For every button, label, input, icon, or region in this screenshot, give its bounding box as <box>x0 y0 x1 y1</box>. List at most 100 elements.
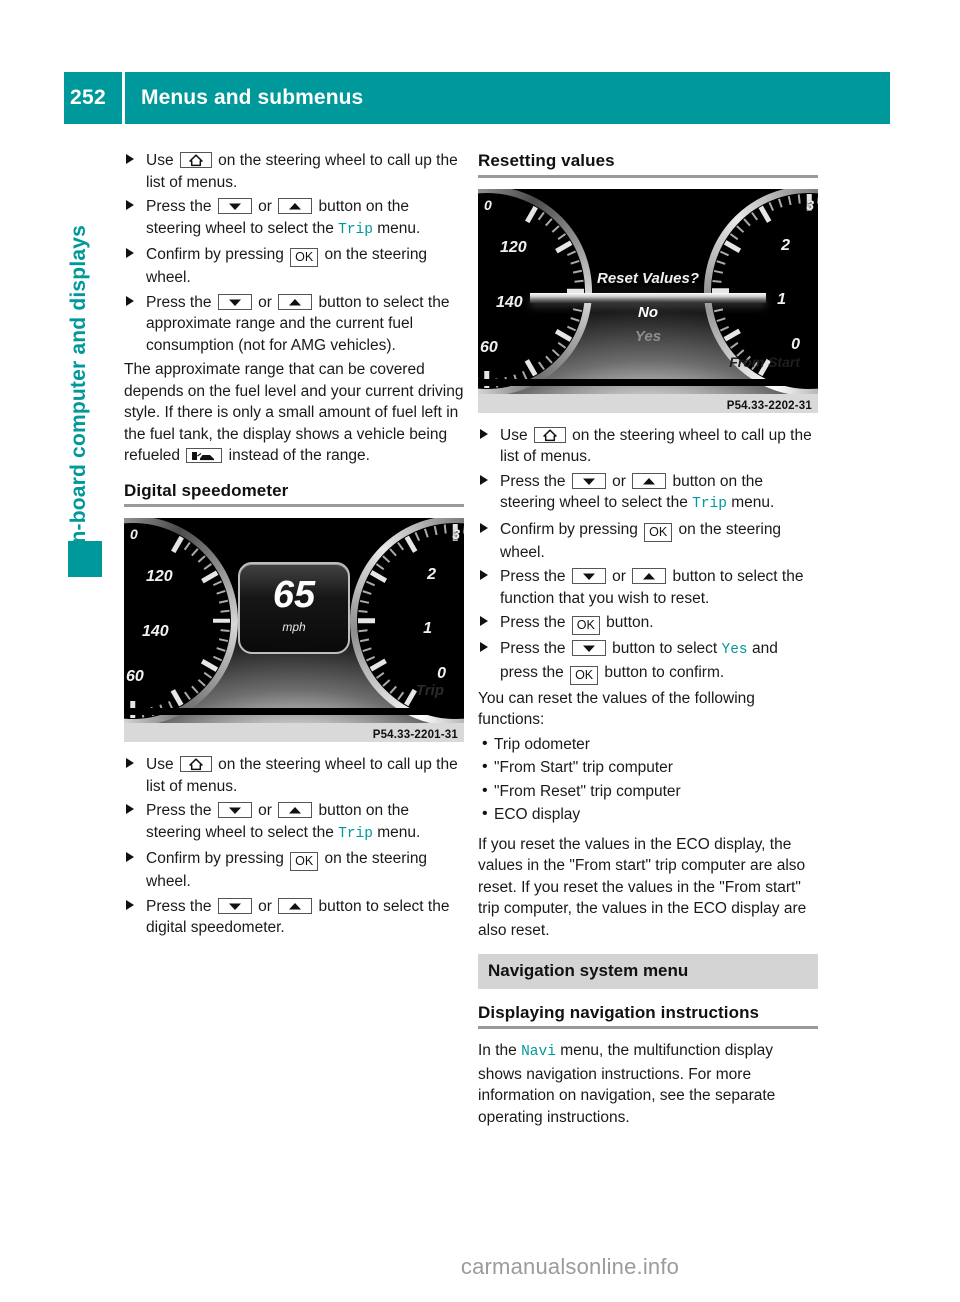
step-arrow-icon <box>126 758 134 768</box>
step-arrow-icon <box>126 200 134 210</box>
step-item-resetting-2: Confirm by pressing OK on the steering w… <box>478 519 818 564</box>
reset-option-no: No <box>638 304 658 322</box>
left-column: Use on the steering wheel to call up the… <box>124 150 464 942</box>
dial-tick <box>817 194 818 204</box>
left-dial-number-0: 0 <box>484 196 492 213</box>
figure-caption-speedometer: P54.33-2201-31 <box>124 723 464 742</box>
menu-name-highlight: Yes <box>721 642 748 658</box>
ok-button-icon: OK <box>290 248 319 267</box>
cluster-trip-label: Trip <box>415 681 444 699</box>
step-item-trip-range-1: Press the or button on the steering whee… <box>124 196 464 241</box>
page-title: Menus and submenus <box>141 86 364 109</box>
up-arrow-button-icon <box>632 568 667 584</box>
ok-button-icon: OK <box>570 665 599 685</box>
dial-tick <box>220 628 230 632</box>
page-number: 252 <box>70 86 106 109</box>
step-item-digital-speedometer-1: Press the or button on the steering whee… <box>124 800 464 845</box>
step-arrow-icon <box>126 248 134 258</box>
step-arrow-icon <box>480 570 488 580</box>
step-arrow-icon <box>480 474 488 485</box>
resettable-function-item: Trip odometer <box>478 733 818 756</box>
left-dial-number-140: 140 <box>496 293 523 311</box>
chapter-side-tab: On-board computer and displays <box>58 140 100 560</box>
down-arrow-button-icon <box>571 472 606 489</box>
resettable-functions-list: Trip odometer"From Start" trip computer"… <box>478 733 818 826</box>
dial-tick <box>358 628 368 632</box>
step-arrow-icon <box>126 804 134 814</box>
step-arrow-icon <box>480 642 488 652</box>
up-arrow-button-icon <box>632 472 667 489</box>
down-arrow-button-icon <box>571 640 606 656</box>
step-arrow-icon <box>126 295 134 306</box>
right-dial-number-2: 2 <box>427 566 436 583</box>
heading-rule <box>478 174 818 178</box>
down-arrow-button-icon <box>571 568 606 584</box>
step-item-resetting-3: Press the or button to select the functi… <box>478 566 818 609</box>
resettable-function-item: "From Start" trip computer <box>478 756 818 779</box>
home-button-icon <box>533 426 566 443</box>
right-dial-number-2: 2 <box>781 236 790 254</box>
down-arrow-button-icon <box>217 897 252 914</box>
right-column: Resetting values 0 120 140 60 3 2 1 0 Re… <box>478 150 818 1141</box>
cluster-from-start-label: From Start <box>729 354 800 370</box>
reset-values-question: Reset Values? <box>597 270 699 288</box>
step-arrow-icon <box>480 522 488 533</box>
step-arrow-icon <box>126 154 134 164</box>
steps-list-digital-speedometer: Use on the steering wheel to call up the… <box>124 754 464 939</box>
step-arrow-icon <box>126 852 134 862</box>
left-dial-number-0: 0 <box>130 526 138 542</box>
figure-digital-speedometer: 0 120 140 60 3 2 1 0 65 mph Trip P54.33-… <box>124 518 464 742</box>
step-item-trip-range-3: Press the or button to select the approx… <box>124 292 464 357</box>
up-arrow-button-icon <box>278 897 313 914</box>
right-dial-number-1: 1 <box>423 620 432 637</box>
speed-value: 65 <box>272 573 316 616</box>
up-arrow-button-icon <box>278 198 313 214</box>
left-dial-number-60: 60 <box>126 668 144 685</box>
figure-resetting-values: 0 120 140 60 3 2 1 0 Reset Values? No Ye… <box>478 188 818 413</box>
instrument-cluster-image: 0 120 140 60 3 2 1 0 65 mph Trip <box>124 518 464 723</box>
up-arrow-button-icon <box>278 293 313 310</box>
heading-rule <box>478 1026 818 1029</box>
dial-tick <box>213 618 230 623</box>
resettable-function-item: "From Reset" trip computer <box>478 780 818 803</box>
step-item-resetting-1: Press the or button on the steering whee… <box>478 471 818 516</box>
home-button-icon <box>179 152 212 168</box>
reset-intro-paragraph: You can reset the values of the followin… <box>478 689 755 729</box>
reset-option-yes: Yes <box>634 327 662 345</box>
heading-resetting-values: Resetting values <box>478 151 615 170</box>
down-arrow-button-icon <box>217 198 252 214</box>
left-dial-number-60: 60 <box>480 338 498 356</box>
down-arrow-button-icon <box>217 802 252 818</box>
step-item-trip-range-0: Use on the steering wheel to call up the… <box>124 150 464 193</box>
dial-tick <box>463 523 464 534</box>
step-arrow-icon <box>480 428 488 439</box>
dial-tick <box>220 609 230 613</box>
ok-button-icon: OK <box>644 522 673 542</box>
menu-name-highlight: Trip <box>338 221 373 238</box>
step-item-digital-speedometer-0: Use on the steering wheel to call up the… <box>124 754 464 797</box>
section-bar-navigation: Navigation system menu <box>478 954 818 989</box>
cluster-floor-line <box>124 708 464 715</box>
step-item-resetting-5: Press the button to select Yes and press… <box>478 638 818 685</box>
left-dial-number-120: 120 <box>500 238 527 256</box>
dial-tick <box>358 618 375 623</box>
chapter-side-tab-label: On-board computer and displays <box>67 224 90 560</box>
digital-speed-readout: 65 mph <box>238 562 350 655</box>
step-arrow-icon <box>480 616 488 626</box>
step-item-digital-speedometer-3: Press the or button to select the digita… <box>124 896 464 939</box>
navigation-paragraph: In the Navi menu, the multifunction disp… <box>478 1042 776 1126</box>
step-arrow-icon <box>126 899 134 910</box>
heading-rule <box>124 504 464 507</box>
ok-button-icon: OK <box>571 616 600 635</box>
right-dial-number-3: 3 <box>806 196 814 213</box>
menu-name-highlight: Trip <box>338 825 373 842</box>
range-paragraph: The approximate range that can be covere… <box>124 361 464 464</box>
page-header: 252 Menus and submenus <box>64 72 890 124</box>
resettable-function-item: ECO display <box>478 803 818 826</box>
step-item-trip-range-2: Confirm by pressing OK on the steering w… <box>124 244 464 289</box>
chapter-marker-square <box>68 541 102 577</box>
left-dial-number-120: 120 <box>146 568 173 585</box>
refueling-vehicle-icon <box>186 448 223 463</box>
home-button-icon <box>179 756 212 772</box>
instrument-cluster-image: 0 120 140 60 3 2 1 0 Reset Values? No Ye… <box>478 188 818 394</box>
